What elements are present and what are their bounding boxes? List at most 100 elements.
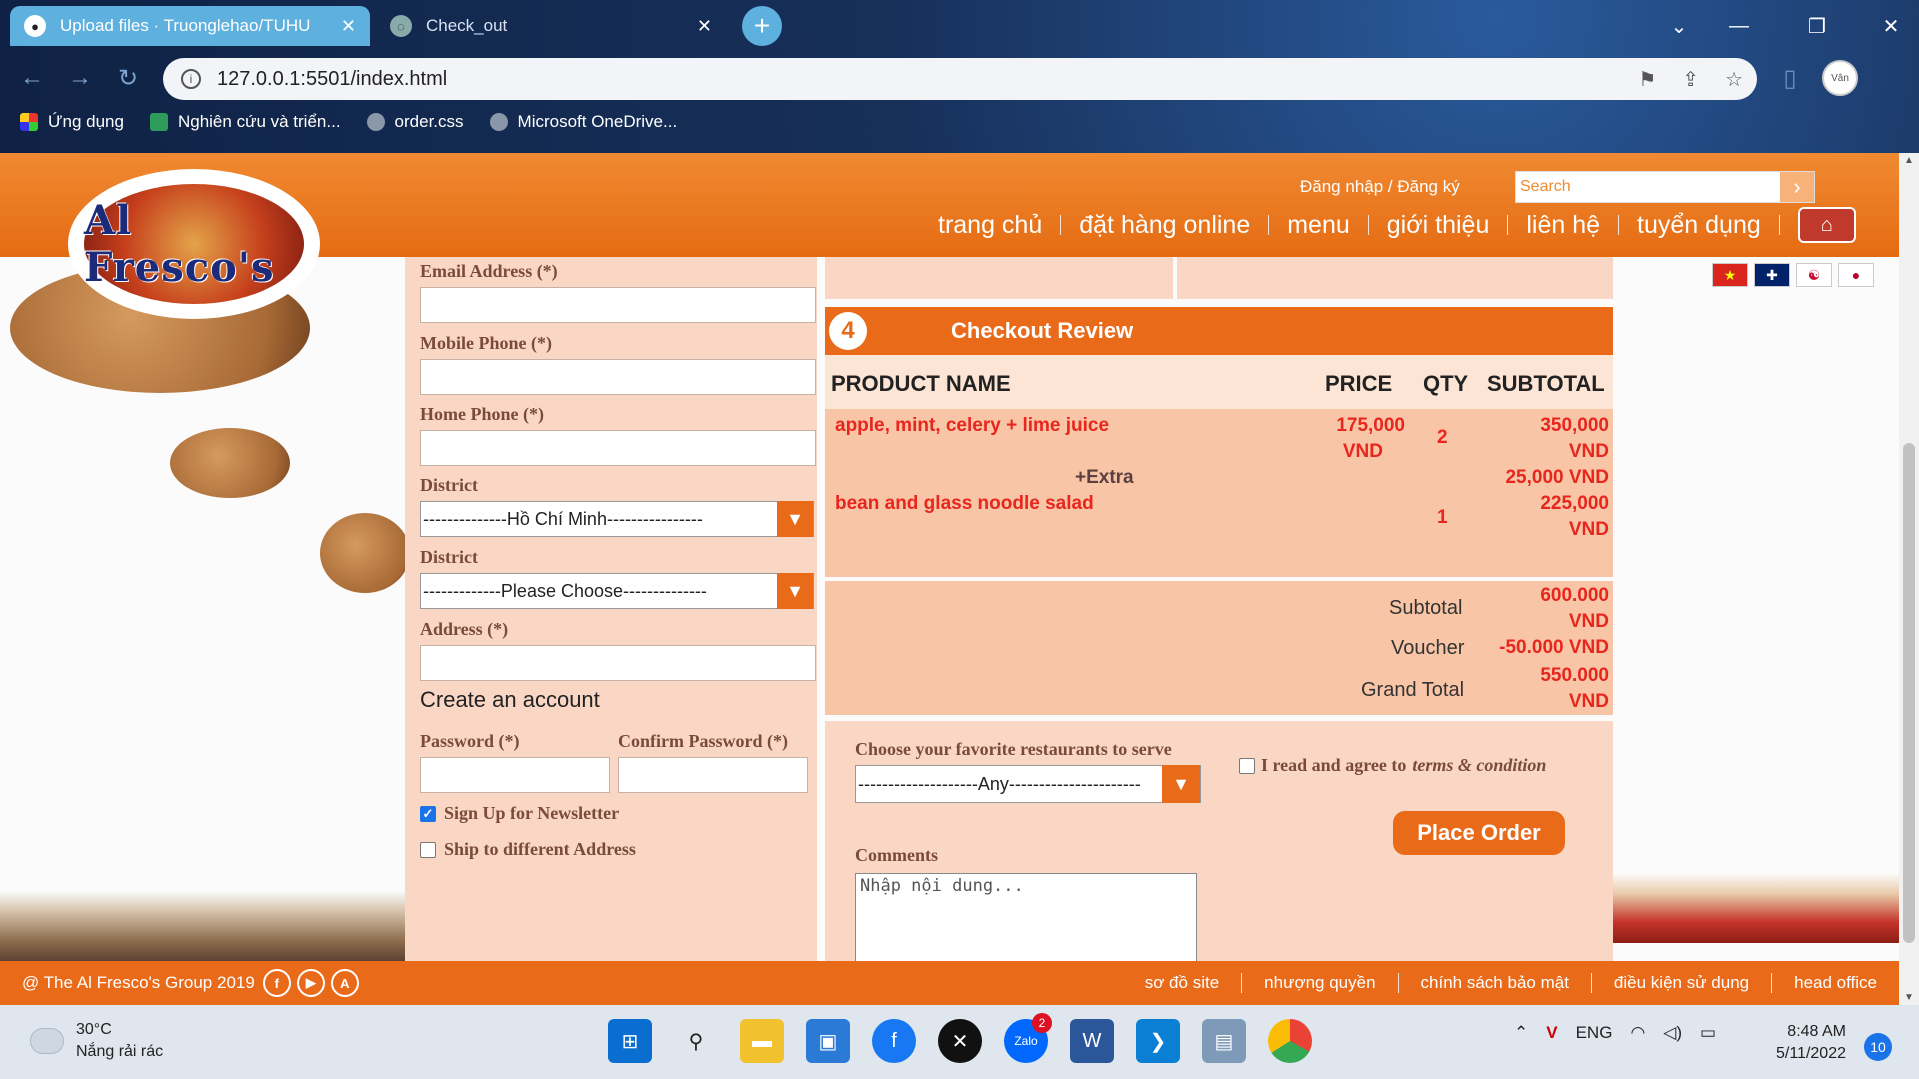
antivirus-icon[interactable]: V (1546, 1023, 1557, 1043)
grand-total-value: 550.000 (1540, 665, 1609, 686)
scrollbar-thumb[interactable] (1903, 443, 1915, 943)
mobile-phone-field[interactable] (420, 359, 816, 395)
clock[interactable]: 8:48 AM 5/11/2022 (1776, 1021, 1846, 1065)
forward-icon[interactable]: → (62, 60, 98, 96)
chevron-up-icon[interactable]: ⌃ (1514, 1023, 1528, 1043)
zalo-icon[interactable]: Zalo 2 (1004, 1013, 1052, 1063)
nav-gioi-thieu[interactable]: giới thiệu (1369, 211, 1508, 240)
email-field[interactable] (420, 287, 816, 323)
nav-lien-he[interactable]: liên hệ (1508, 211, 1618, 240)
close-icon[interactable]: ✕ (697, 16, 712, 37)
tab-check-out[interactable]: ◌ Check_out ✕ (376, 6, 726, 46)
restaurant-select[interactable]: --------------------Any-----------------… (855, 765, 1201, 803)
ship-different-row[interactable]: Ship to different Address (420, 839, 636, 860)
footer-link-head-office[interactable]: head office (1772, 973, 1899, 993)
store-icon[interactable]: ▣ (806, 1019, 850, 1063)
nav-menu[interactable]: menu (1269, 211, 1368, 240)
word-icon[interactable]: W (1070, 1019, 1114, 1063)
file-explorer-icon[interactable]: ▬ (740, 1019, 784, 1063)
comments-field[interactable] (855, 873, 1197, 973)
new-tab-button[interactable]: + (742, 6, 782, 46)
reload-icon[interactable]: ↻ (110, 60, 146, 96)
login-register-link[interactable]: Đăng nhập / Đăng ký (1300, 177, 1460, 197)
info-icon[interactable]: i (181, 69, 201, 89)
avatar[interactable]: Vân (1822, 60, 1858, 96)
temperature: 30°C (76, 1021, 112, 1038)
back-icon[interactable]: ← (14, 60, 50, 96)
facebook-icon[interactable]: f (872, 1019, 916, 1063)
footer-link-sitemap[interactable]: sơ đồ site (1123, 973, 1241, 993)
battery-icon[interactable]: ▭ (1700, 1023, 1716, 1043)
bookmark-apps[interactable]: Ứng dụng (20, 112, 124, 132)
footer-link-privacy[interactable]: chính sách bảo mật (1399, 973, 1591, 993)
weather-text: Nắng rải rác (76, 1043, 164, 1060)
nav-divider (1618, 215, 1620, 235)
terms-agree-row[interactable]: I read and agree to terms & condition (1239, 755, 1546, 776)
food-image (0, 891, 405, 961)
taskbar-apps: ⊞ ⚲ ▬ ▣ f ✕ Zalo 2 W ❯ ▤ (608, 1013, 1312, 1063)
bookmark-order-css[interactable]: order.css (366, 112, 464, 132)
appstore-icon[interactable]: A (330, 969, 359, 997)
share-icon[interactable]: ⇪ (1682, 67, 1699, 92)
district-select[interactable]: -------------Please Choose--------------… (420, 573, 814, 609)
tab-upload-files[interactable]: ● Upload files · Truonglehao/TUHU ✕ (10, 6, 370, 46)
chrome-icon[interactable] (1268, 1019, 1312, 1063)
minimize-button[interactable]: — (1710, 6, 1768, 46)
col-product-name: PRODUCT NAME (831, 371, 1011, 396)
close-window-button[interactable]: ✕ (1862, 6, 1919, 46)
city-select[interactable]: --------------Hồ Chí Minh---------------… (420, 501, 814, 537)
close-icon[interactable]: ✕ (341, 16, 356, 37)
uk-flag-icon[interactable]: ✚ (1754, 263, 1790, 287)
nav-dat-hang-online[interactable]: đặt hàng online (1061, 211, 1268, 240)
search-input[interactable] (1516, 172, 1780, 202)
newsletter-checkbox[interactable]: ✓ (420, 805, 436, 822)
search-icon[interactable]: ⚲ (674, 1019, 718, 1063)
site-logo[interactable]: Al Fresco's (68, 169, 320, 319)
basket-icon[interactable]: ⌂ (1797, 207, 1856, 243)
bookmark-onedrive[interactable]: Microsoft OneDrive... (489, 112, 677, 132)
terms-link[interactable]: terms & condition (1412, 755, 1546, 776)
volume-icon[interactable]: ◁) (1663, 1023, 1682, 1043)
translate-icon[interactable]: ⚑ (1638, 67, 1656, 92)
address-field[interactable] (420, 645, 816, 681)
search-arrow-icon[interactable]: › (1780, 172, 1814, 202)
nav-tuyen-dung[interactable]: tuyển dụng (1619, 211, 1779, 240)
scroll-up-icon[interactable]: ▲ (1899, 155, 1919, 166)
scroll-down-icon[interactable]: ▼ (1899, 992, 1919, 1003)
weather-widget[interactable]: 30°C Nắng rải rác (30, 1019, 163, 1063)
windows-start-icon[interactable]: ⊞ (608, 1019, 652, 1063)
restore-button[interactable]: ❐ (1788, 6, 1846, 46)
youtube-icon[interactable]: ▶ (296, 969, 325, 997)
restaurant-label: Choose your favorite restaurants to serv… (855, 739, 1172, 759)
facebook-icon[interactable]: f (262, 969, 291, 997)
password-field[interactable] (420, 757, 610, 793)
newsletter-checkbox-row[interactable]: ✓ Sign Up for Newsletter (420, 803, 619, 824)
ship-different-checkbox[interactable] (420, 841, 436, 858)
kr-flag-icon[interactable]: ☯ (1796, 263, 1832, 287)
star-icon[interactable]: ☆ (1725, 67, 1743, 92)
footer-link-terms[interactable]: điều kiện sử dụng (1592, 973, 1771, 993)
notification-badge[interactable]: 10 (1864, 1033, 1892, 1061)
page-scrollbar[interactable]: ▲ ▼ (1899, 153, 1919, 1005)
nav-trang-chu[interactable]: trang chủ (920, 211, 1060, 240)
xbox-icon[interactable]: ✕ (938, 1019, 982, 1063)
web-page: Đăng nhập / Đăng ký › trang chủ đặt hàng… (0, 153, 1899, 1005)
nav-divider (1367, 215, 1369, 235)
vscode-icon[interactable]: ❯ (1136, 1019, 1180, 1063)
address-bar[interactable]: i 127.0.0.1:5501/index.html ⚑ ⇪ ☆ (163, 58, 1757, 100)
bookmark-nghien-cuu[interactable]: Nghiên cứu và triển... (149, 112, 341, 132)
subtotal-value: 600.000 (1540, 585, 1609, 606)
tab-search-chevron-icon[interactable]: ⌄ (1650, 6, 1708, 46)
terms-checkbox[interactable] (1239, 757, 1255, 774)
home-phone-field[interactable] (420, 430, 816, 466)
notepad-icon[interactable]: ▤ (1202, 1019, 1246, 1063)
jp-flag-icon[interactable]: ● (1838, 263, 1874, 287)
vn-flag-icon[interactable]: ★ (1712, 263, 1748, 287)
place-order-button[interactable]: Place Order (1393, 811, 1565, 855)
language-indicator[interactable]: ENG (1576, 1023, 1613, 1043)
sidebar-icon[interactable]: ▯ (1772, 60, 1808, 96)
footer-link-franchise[interactable]: nhượng quyền (1242, 973, 1397, 993)
wifi-icon[interactable]: ◠ (1630, 1023, 1645, 1043)
apps-grid-icon (20, 113, 38, 131)
confirm-password-field[interactable] (618, 757, 808, 793)
